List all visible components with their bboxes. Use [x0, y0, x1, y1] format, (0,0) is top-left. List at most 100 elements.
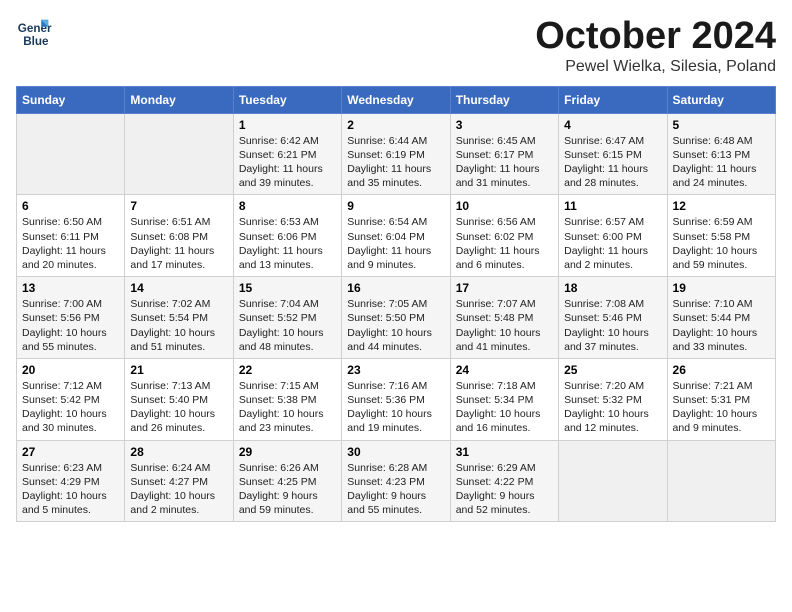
calendar-week-row: 1 Sunrise: 6:42 AMSunset: 6:21 PMDaylight… [17, 113, 776, 195]
calendar-cell: 3Sunrise: 6:45 AMSunset: 6:17 PMDaylight… [450, 113, 558, 195]
day-info: Sunrise: 6:59 AMSunset: 5:58 PMDaylight:… [673, 215, 770, 272]
day-info: Sunrise: 7:00 AMSunset: 5:56 PMDaylight:… [22, 297, 119, 354]
day-info: Sunrise: 6:45 AMSunset: 6:17 PMDaylight:… [456, 134, 553, 191]
day-info: Sunrise: 6:42 AMSunset: 6:21 PMDaylight:… [239, 134, 336, 191]
weekday-header: Wednesday [342, 86, 450, 113]
day-number: 9 [347, 199, 444, 213]
day-number: 14 [130, 281, 227, 295]
day-info: Sunrise: 7:02 AMSunset: 5:54 PMDaylight:… [130, 297, 227, 354]
day-number: 10 [456, 199, 553, 213]
calendar-cell: 25 Sunrise: 7:20 AMSunset: 5:32 PMDayligh… [559, 358, 667, 440]
calendar-cell: 12 Sunrise: 6:59 AMSunset: 5:58 PMDayligh… [667, 195, 775, 277]
day-info: Sunrise: 7:15 AMSunset: 5:38 PMDaylight:… [239, 379, 336, 436]
day-number: 31 [456, 445, 553, 459]
calendar-cell: 22 Sunrise: 7:15 AMSunset: 5:38 PMDayligh… [233, 358, 341, 440]
subtitle: Pewel Wielka, Silesia, Poland [535, 58, 776, 76]
calendar-header: SundayMondayTuesdayWednesdayThursdayFrid… [17, 86, 776, 113]
calendar-cell: 28 Sunrise: 6:24 AMSunset: 4:27 PMDayligh… [125, 440, 233, 522]
day-number: 16 [347, 281, 444, 295]
day-info: Sunrise: 6:54 AMSunset: 6:04 PMDaylight:… [347, 215, 444, 272]
day-number: 30 [347, 445, 444, 459]
day-number: 21 [130, 363, 227, 377]
calendar-week-row: 6 Sunrise: 6:50 AMSunset: 6:11 PMDaylight… [17, 195, 776, 277]
day-number: 25 [564, 363, 661, 377]
day-number: 20 [22, 363, 119, 377]
day-info: Sunrise: 7:21 AMSunset: 5:31 PMDaylight:… [673, 379, 770, 436]
calendar-cell [125, 113, 233, 195]
day-info: Sunrise: 6:23 AMSunset: 4:29 PMDaylight:… [22, 461, 119, 518]
day-info: Sunrise: 6:50 AMSunset: 6:11 PMDaylight:… [22, 215, 119, 272]
day-number: 17 [456, 281, 553, 295]
calendar-cell: 15 Sunrise: 7:04 AMSunset: 5:52 PMDayligh… [233, 277, 341, 359]
weekday-header: Sunday [17, 86, 125, 113]
calendar-cell: 2 Sunrise: 6:44 AMSunset: 6:19 PMDaylight… [342, 113, 450, 195]
day-info: Sunrise: 6:47 AMSunset: 6:15 PMDaylight:… [564, 134, 661, 191]
day-info: Sunrise: 7:18 AMSunset: 5:34 PMDaylight:… [456, 379, 553, 436]
calendar-table: SundayMondayTuesdayWednesdayThursdayFrid… [16, 86, 776, 522]
day-info: Sunrise: 7:04 AMSunset: 5:52 PMDaylight:… [239, 297, 336, 354]
page-header: General Blue October 2024 Pewel Wielka, … [16, 16, 776, 76]
day-number: 22 [239, 363, 336, 377]
day-number: 24 [456, 363, 553, 377]
day-number: 2 [347, 118, 444, 132]
day-number: 1 [239, 118, 336, 132]
day-info: Sunrise: 6:53 AMSunset: 6:06 PMDaylight:… [239, 215, 336, 272]
calendar-cell: 18 Sunrise: 7:08 AMSunset: 5:46 PMDayligh… [559, 277, 667, 359]
logo-icon: General Blue [16, 16, 52, 52]
day-number: 6 [22, 199, 119, 213]
calendar-cell: 7Sunrise: 6:51 AMSunset: 6:08 PMDaylight… [125, 195, 233, 277]
calendar-cell: 21Sunrise: 7:13 AMSunset: 5:40 PMDayligh… [125, 358, 233, 440]
day-info: Sunrise: 6:57 AMSunset: 6:00 PMDaylight:… [564, 215, 661, 272]
day-info: Sunrise: 6:26 AMSunset: 4:25 PMDaylight:… [239, 461, 336, 518]
calendar-cell: 19 Sunrise: 7:10 AMSunset: 5:44 PMDayligh… [667, 277, 775, 359]
day-info: Sunrise: 7:08 AMSunset: 5:46 PMDaylight:… [564, 297, 661, 354]
calendar-cell: 26 Sunrise: 7:21 AMSunset: 5:31 PMDayligh… [667, 358, 775, 440]
weekday-header: Friday [559, 86, 667, 113]
day-number: 8 [239, 199, 336, 213]
calendar-cell: 9 Sunrise: 6:54 AMSunset: 6:04 PMDaylight… [342, 195, 450, 277]
calendar-cell: 10Sunrise: 6:56 AMSunset: 6:02 PMDayligh… [450, 195, 558, 277]
day-info: Sunrise: 6:24 AMSunset: 4:27 PMDaylight:… [130, 461, 227, 518]
day-info: Sunrise: 6:48 AMSunset: 6:13 PMDaylight:… [673, 134, 770, 191]
day-number: 4 [564, 118, 661, 132]
calendar-cell: 23 Sunrise: 7:16 AMSunset: 5:36 PMDayligh… [342, 358, 450, 440]
day-number: 15 [239, 281, 336, 295]
calendar-cell: 17Sunrise: 7:07 AMSunset: 5:48 PMDayligh… [450, 277, 558, 359]
day-info: Sunrise: 7:10 AMSunset: 5:44 PMDaylight:… [673, 297, 770, 354]
day-info: Sunrise: 7:20 AMSunset: 5:32 PMDaylight:… [564, 379, 661, 436]
calendar-week-row: 27 Sunrise: 6:23 AMSunset: 4:29 PMDayligh… [17, 440, 776, 522]
calendar-cell: 8 Sunrise: 6:53 AMSunset: 6:06 PMDaylight… [233, 195, 341, 277]
day-number: 13 [22, 281, 119, 295]
calendar-cell [17, 113, 125, 195]
calendar-cell [667, 440, 775, 522]
day-info: Sunrise: 7:05 AMSunset: 5:50 PMDaylight:… [347, 297, 444, 354]
day-number: 5 [673, 118, 770, 132]
day-number: 12 [673, 199, 770, 213]
day-info: Sunrise: 6:44 AMSunset: 6:19 PMDaylight:… [347, 134, 444, 191]
main-title: October 2024 [535, 16, 776, 58]
day-number: 19 [673, 281, 770, 295]
calendar-cell: 27 Sunrise: 6:23 AMSunset: 4:29 PMDayligh… [17, 440, 125, 522]
calendar-cell [559, 440, 667, 522]
day-number: 11 [564, 199, 661, 213]
calendar-cell: 14 Sunrise: 7:02 AMSunset: 5:54 PMDayligh… [125, 277, 233, 359]
logo: General Blue [16, 16, 56, 52]
day-number: 18 [564, 281, 661, 295]
day-info: Sunrise: 7:16 AMSunset: 5:36 PMDaylight:… [347, 379, 444, 436]
calendar-cell: 13 Sunrise: 7:00 AMSunset: 5:56 PMDayligh… [17, 277, 125, 359]
calendar-cell: 24 Sunrise: 7:18 AMSunset: 5:34 PMDayligh… [450, 358, 558, 440]
weekday-header: Saturday [667, 86, 775, 113]
weekday-header: Tuesday [233, 86, 341, 113]
day-number: 23 [347, 363, 444, 377]
day-number: 29 [239, 445, 336, 459]
calendar-cell: 20Sunrise: 7:12 AMSunset: 5:42 PMDayligh… [17, 358, 125, 440]
day-number: 26 [673, 363, 770, 377]
weekday-header: Monday [125, 86, 233, 113]
svg-text:Blue: Blue [23, 35, 49, 48]
calendar-body: 1 Sunrise: 6:42 AMSunset: 6:21 PMDaylight… [17, 113, 776, 521]
calendar-cell: 1 Sunrise: 6:42 AMSunset: 6:21 PMDaylight… [233, 113, 341, 195]
calendar-cell: 30 Sunrise: 6:28 AMSunset: 4:23 PMDayligh… [342, 440, 450, 522]
day-number: 27 [22, 445, 119, 459]
day-number: 28 [130, 445, 227, 459]
day-info: Sunrise: 6:28 AMSunset: 4:23 PMDaylight:… [347, 461, 444, 518]
